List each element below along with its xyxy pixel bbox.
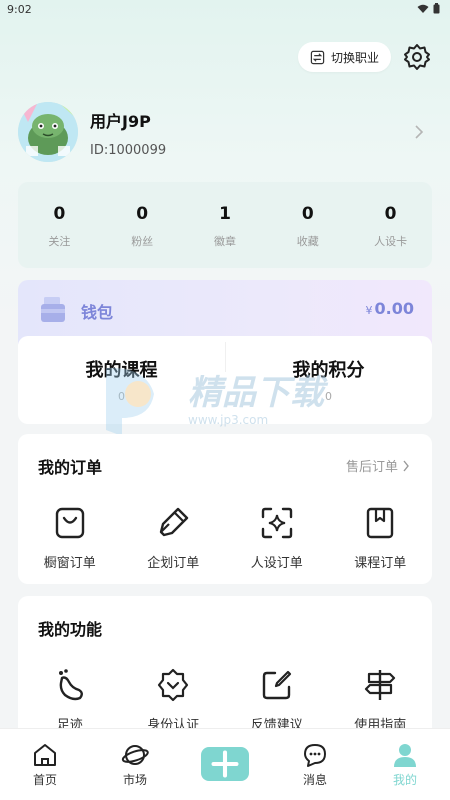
wallet-amount: ¥0.00 bbox=[366, 299, 414, 318]
identity-verification-item[interactable]: 身份认证 bbox=[122, 668, 226, 733]
user-icon bbox=[394, 744, 416, 767]
stat-value: 1 bbox=[219, 204, 231, 224]
footprint-item[interactable]: 足迹 bbox=[18, 668, 122, 733]
stat-fans[interactable]: 0 粉丝 bbox=[101, 182, 184, 268]
window-orders[interactable]: 橱窗订单 bbox=[18, 506, 122, 571]
nav-messages[interactable]: 消息 bbox=[270, 729, 360, 800]
nav-label: 市场 bbox=[122, 773, 147, 787]
user-guide-item[interactable]: 使用指南 bbox=[329, 668, 433, 733]
chevron-right-icon[interactable] bbox=[414, 124, 424, 140]
switch-role-label: 切换职业 bbox=[330, 50, 379, 65]
functions-title: 我的功能 bbox=[38, 620, 103, 639]
feedback-edit-icon bbox=[262, 670, 291, 700]
home-icon bbox=[34, 744, 56, 766]
stat-value: 0 bbox=[53, 204, 66, 224]
user-name: 用户J9P bbox=[90, 112, 151, 131]
nav-label: 消息 bbox=[302, 773, 327, 787]
stat-label: 收藏 bbox=[296, 235, 319, 248]
stat-label: 徽章 bbox=[213, 235, 236, 248]
stat-favorites[interactable]: 0 收藏 bbox=[266, 182, 349, 268]
currency-symbol: ¥ bbox=[365, 304, 373, 317]
order-label: 课程订单 bbox=[354, 556, 407, 571]
stat-character-cards[interactable]: 0 人设卡 bbox=[349, 182, 432, 268]
nav-me[interactable]: 我的 bbox=[360, 729, 450, 800]
stats-card: 0 关注 0 粉丝 1 徽章 0 收藏 0 人设卡 bbox=[18, 182, 432, 268]
status-time: 9:02 bbox=[7, 3, 32, 16]
stat-label: 人设卡 bbox=[374, 235, 408, 248]
watermark-text: 精品下载 bbox=[188, 373, 329, 413]
orders-row: 橱窗订单 企划订单 人设订单 课程订单 bbox=[18, 506, 432, 571]
nav-label: 我的 bbox=[392, 773, 417, 787]
wifi-icon bbox=[417, 4, 429, 13]
user-id: ID:1000099 bbox=[90, 143, 167, 158]
wallet-amount-value: 0.00 bbox=[374, 299, 414, 318]
course-orders[interactable]: 课程订单 bbox=[329, 506, 433, 571]
order-label: 人设订单 bbox=[250, 556, 303, 571]
nav-home[interactable]: 首页 bbox=[0, 729, 90, 800]
character-orders[interactable]: 人设订单 bbox=[225, 506, 329, 571]
wallet-icon bbox=[41, 297, 65, 322]
sparkle-scan-icon bbox=[261, 507, 292, 539]
nav-add[interactable] bbox=[180, 729, 270, 800]
order-label: 橱窗订单 bbox=[43, 556, 96, 571]
functions-row: 足迹 身份认证 反馈建议 使用指南 bbox=[18, 668, 432, 733]
stat-value: 0 bbox=[136, 204, 149, 224]
planet-icon bbox=[121, 745, 149, 765]
feedback-item[interactable]: 反馈建议 bbox=[225, 668, 329, 733]
footprint-icon bbox=[58, 669, 83, 701]
project-orders[interactable]: 企划订单 bbox=[122, 506, 226, 571]
bottom-nav: 首页 市场 消息 我的 bbox=[0, 728, 450, 800]
stat-value: 0 bbox=[301, 204, 314, 224]
nav-label: 首页 bbox=[32, 773, 57, 787]
signpost-icon bbox=[365, 670, 396, 700]
switch-icon bbox=[310, 50, 325, 64]
orders-title: 我的订单 bbox=[38, 458, 103, 477]
verified-badge-icon bbox=[158, 668, 189, 702]
plus-icon bbox=[211, 750, 239, 778]
stat-badges[interactable]: 1 徽章 bbox=[184, 182, 267, 268]
status-bar: 9:02 bbox=[0, 0, 450, 20]
wallet-card[interactable]: 钱包 ¥0.00 bbox=[18, 280, 432, 344]
settings-gear-icon[interactable] bbox=[402, 42, 432, 72]
watermark-url: www.jp3.com bbox=[188, 413, 268, 427]
stat-label: 关注 bbox=[48, 235, 71, 248]
after-sale-label: 售后订单 bbox=[345, 460, 398, 475]
avatar-image bbox=[18, 102, 78, 162]
after-sale-link[interactable]: 售后订单 bbox=[346, 456, 410, 475]
stat-label: 粉丝 bbox=[131, 235, 154, 248]
stat-following[interactable]: 0 关注 bbox=[18, 182, 101, 268]
switch-role-button[interactable]: 切换职业 bbox=[298, 42, 391, 72]
chevron-right-icon bbox=[403, 460, 409, 471]
status-icons bbox=[417, 3, 440, 14]
nav-market[interactable]: 市场 bbox=[90, 729, 180, 800]
bookmark-book-icon bbox=[367, 507, 394, 539]
order-label: 企划订单 bbox=[147, 556, 200, 571]
add-button[interactable] bbox=[201, 747, 249, 781]
stat-value: 0 bbox=[384, 204, 397, 224]
shopping-bag-icon bbox=[55, 507, 84, 539]
watermark-logo: 精品下载 www.jp3.com bbox=[106, 367, 329, 436]
battery-icon bbox=[433, 3, 440, 14]
chat-bubble-icon bbox=[304, 744, 326, 767]
wallet-label: 钱包 bbox=[81, 303, 114, 322]
orders-card: 我的订单 售后订单 橱窗订单 企划订单 人设订单 课程订单 bbox=[18, 434, 432, 584]
pen-nib-icon bbox=[160, 507, 189, 537]
avatar[interactable] bbox=[18, 102, 78, 162]
